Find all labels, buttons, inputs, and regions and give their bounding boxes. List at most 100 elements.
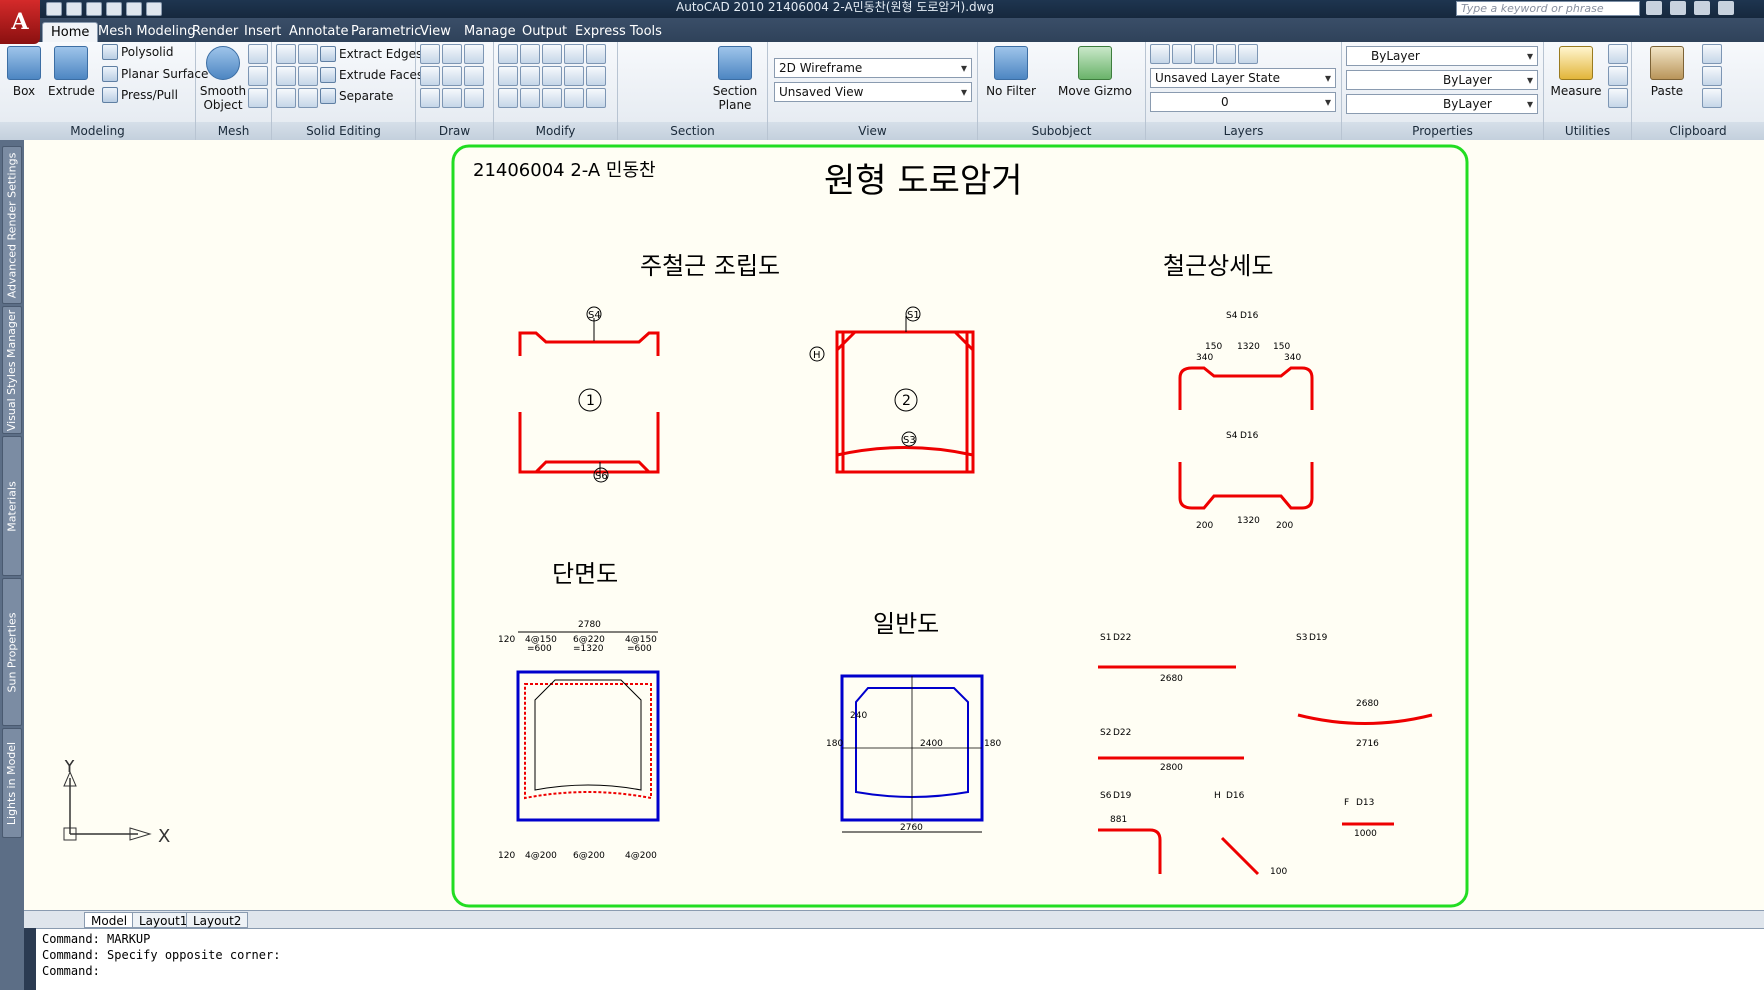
calculator-icon[interactable]: [1608, 88, 1628, 108]
section-plane-button[interactable]: Section Plane: [708, 46, 762, 112]
extrude-button[interactable]: Extrude: [48, 46, 95, 98]
match-properties-icon[interactable]: [564, 88, 584, 108]
fillet-icon[interactable]: [586, 66, 606, 86]
extrude-faces-button[interactable]: Extrude Faces: [320, 67, 423, 83]
panel-label-section[interactable]: Section: [618, 122, 767, 140]
layer-state-dropdown[interactable]: Unsaved Layer State: [1150, 68, 1336, 88]
undo-icon[interactable]: [106, 2, 122, 16]
solid-tool-icon[interactable]: [298, 44, 318, 64]
panel-label-modeling[interactable]: Modeling: [0, 122, 195, 140]
panel-label-subobject[interactable]: Subobject: [978, 122, 1145, 140]
solid-tool-2-icon[interactable]: [298, 66, 318, 86]
mesh-tool-3-icon[interactable]: [248, 88, 268, 108]
subtract-icon[interactable]: [276, 66, 296, 86]
panel-label-properties[interactable]: Properties: [1342, 122, 1543, 140]
tab-view[interactable]: View: [412, 22, 459, 42]
tab-express-tools[interactable]: Express Tools: [567, 22, 670, 42]
palette-materials[interactable]: Materials: [2, 436, 22, 576]
layer-tool-3-icon[interactable]: [1216, 44, 1236, 64]
favorites-icon[interactable]: [1718, 1, 1734, 15]
trim-icon[interactable]: [542, 44, 562, 64]
no-filter-button[interactable]: No Filter: [982, 46, 1040, 98]
panel-label-layers[interactable]: Layers: [1146, 122, 1341, 140]
stretch-icon[interactable]: [542, 66, 562, 86]
move-gizmo-button[interactable]: Move Gizmo: [1050, 46, 1140, 98]
print-icon[interactable]: [146, 2, 162, 16]
search-input[interactable]: Type a keyword or phrase: [1456, 1, 1640, 16]
layer-tool-2-icon[interactable]: [1194, 44, 1214, 64]
separate-button[interactable]: Separate: [320, 88, 393, 104]
box-button[interactable]: Box: [4, 46, 44, 98]
tab-model[interactable]: Model: [84, 912, 135, 928]
explode-icon[interactable]: [520, 88, 540, 108]
spline-icon[interactable]: [420, 66, 440, 86]
open-icon[interactable]: [66, 2, 82, 16]
panel-label-utilities[interactable]: Utilities: [1544, 122, 1631, 140]
panel-label-draw[interactable]: Draw: [416, 122, 493, 140]
line-icon[interactable]: [420, 44, 440, 64]
offset-icon[interactable]: [498, 88, 518, 108]
drawing-canvas[interactable]: 21406004 2-A 민동찬 원형 도로암거 주철근 조립도 철근상세도 단…: [24, 140, 1764, 910]
smooth-object-button[interactable]: Smooth Object: [198, 46, 248, 112]
scale-icon[interactable]: [564, 66, 584, 86]
command-line[interactable]: Command: MARKUP Command: Specify opposit…: [36, 928, 1764, 990]
current-layer-dropdown[interactable]: 0: [1150, 92, 1336, 112]
palette-advanced-render-settings[interactable]: Advanced Render Settings: [2, 146, 22, 304]
polysolid-button[interactable]: Polysolid: [102, 44, 173, 60]
layer-tool-4-icon[interactable]: [1238, 44, 1258, 64]
press-pull-button[interactable]: Press/Pull: [102, 87, 178, 103]
array-icon[interactable]: [520, 66, 540, 86]
linetype-dropdown[interactable]: ByLayer: [1346, 70, 1538, 90]
mesh-tool-1-icon[interactable]: [248, 44, 268, 64]
lineweight-dropdown[interactable]: ByLayer: [1346, 94, 1538, 114]
panel-label-view[interactable]: View: [768, 122, 977, 140]
intersect-icon[interactable]: [276, 88, 296, 108]
polygon-icon[interactable]: [420, 88, 440, 108]
union-icon[interactable]: [276, 44, 296, 64]
layer-properties-icon[interactable]: [1150, 44, 1170, 64]
circle-icon[interactable]: [464, 66, 484, 86]
panel-label-modify[interactable]: Modify: [494, 122, 617, 140]
new-icon[interactable]: [46, 2, 62, 16]
panel-label-solid-editing[interactable]: Solid Editing: [272, 122, 415, 140]
polyline-icon[interactable]: [442, 44, 462, 64]
cut-icon[interactable]: [1702, 44, 1722, 64]
measure-button[interactable]: Measure: [1548, 46, 1604, 98]
palette-sun-properties[interactable]: Sun Properties: [2, 578, 22, 726]
mirror-icon[interactable]: [564, 44, 584, 64]
palette-lights-in-model[interactable]: Lights in Model: [2, 728, 22, 838]
extract-edges-button[interactable]: Extract Edges: [320, 46, 422, 62]
paste-button[interactable]: Paste: [1642, 46, 1692, 98]
erase-icon[interactable]: [586, 44, 606, 64]
copy-icon[interactable]: [498, 66, 518, 86]
chamfer-icon[interactable]: [542, 88, 562, 108]
color-dropdown[interactable]: ByLayer: [1346, 46, 1538, 66]
panel-label-mesh[interactable]: Mesh: [196, 122, 271, 140]
command-prompt[interactable]: Command:: [42, 963, 1758, 979]
construction-line-icon[interactable]: [442, 66, 462, 86]
solid-tool-3-icon[interactable]: [298, 88, 318, 108]
tab-output[interactable]: Output: [514, 22, 575, 42]
move-icon[interactable]: [498, 44, 518, 64]
ellipse-icon[interactable]: [464, 88, 484, 108]
arc-icon[interactable]: [464, 44, 484, 64]
copy-with-base-icon[interactable]: [1702, 88, 1722, 108]
binoculars-icon[interactable]: [1646, 1, 1662, 15]
saved-view-dropdown[interactable]: Unsaved View: [774, 82, 972, 102]
rectangle-icon[interactable]: [442, 88, 462, 108]
palette-visual-styles-manager[interactable]: Visual Styles Manager: [2, 306, 22, 434]
subscription-icon[interactable]: [1670, 1, 1686, 15]
rotate-icon[interactable]: [520, 44, 540, 64]
select-similar-icon[interactable]: [1608, 66, 1628, 86]
application-menu-button[interactable]: A: [0, 0, 40, 44]
join-icon[interactable]: [586, 88, 606, 108]
mesh-tool-2-icon[interactable]: [248, 66, 268, 86]
visual-style-dropdown[interactable]: 2D Wireframe: [774, 58, 972, 78]
redo-icon[interactable]: [126, 2, 142, 16]
panel-label-clipboard[interactable]: Clipboard: [1632, 122, 1764, 140]
planar-surface-button[interactable]: Planar Surface: [102, 66, 208, 82]
save-icon[interactable]: [86, 2, 102, 16]
communication-icon[interactable]: [1694, 1, 1710, 15]
layer-tool-1-icon[interactable]: [1172, 44, 1192, 64]
quick-select-icon[interactable]: [1608, 44, 1628, 64]
